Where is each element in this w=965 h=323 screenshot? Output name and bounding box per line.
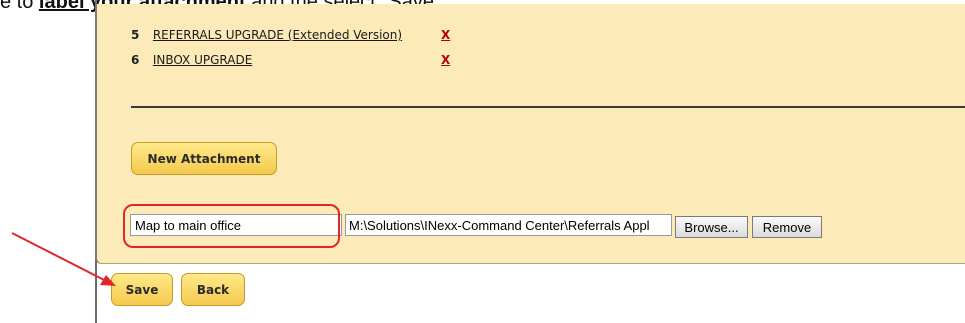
pointer-arrow-icon [11, 232, 116, 286]
